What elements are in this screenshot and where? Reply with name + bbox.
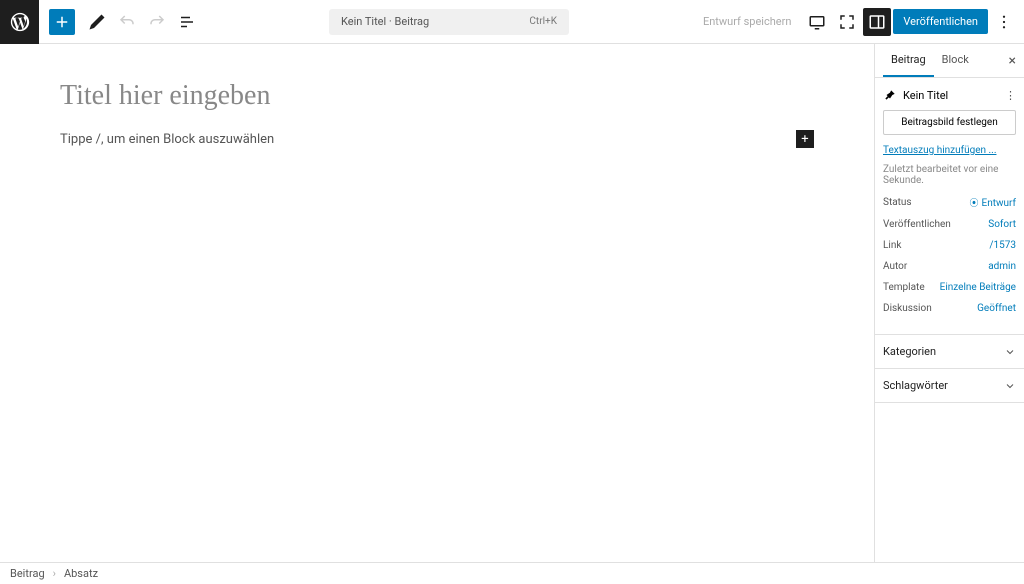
summary-more-button[interactable]: ⋮ [1005,89,1016,102]
editor-canvas[interactable]: Tippe /, um einen Block auszuwählen + [0,44,874,562]
discussion-value[interactable]: Geöffnet [977,303,1016,314]
chevron-down-icon [1004,380,1016,392]
more-options-button[interactable] [990,8,1018,36]
publish-value[interactable]: Sofort [988,219,1016,230]
set-featured-image-button[interactable]: Beitragsbild festlegen [883,110,1016,135]
summary-panel: Kein Titel ⋮ Beitragsbild festlegen Text… [875,78,1024,334]
settings-sidebar-toggle[interactable] [863,8,891,36]
status-value[interactable]: Entwurf [970,196,1016,209]
breadcrumb-current[interactable]: Absatz [64,567,98,580]
pin-icon [883,88,897,102]
inline-add-block-button[interactable]: + [796,130,814,148]
chevron-down-icon [1004,346,1016,358]
paragraph-placeholder: Tippe /, um einen Block auszuwählen [60,132,274,147]
add-block-button[interactable] [49,9,75,35]
discussion-label: Diskussion [883,303,932,314]
row-publish: Veröffentlichen Sofort [883,219,1016,230]
summary-title: Kein Titel [903,89,948,102]
summary-header: Kein Titel ⋮ [883,88,1016,102]
tab-post[interactable]: Beitrag [883,44,934,77]
document-title-text: Kein Titel · Beitrag [341,15,429,28]
status-label: Status [883,197,912,208]
row-author: Autor admin [883,261,1016,272]
tools-button[interactable] [83,8,111,36]
row-link: Link /1573 [883,240,1016,251]
paragraph-block[interactable]: Tippe /, um einen Block auszuwählen + [60,130,814,148]
view-desktop-button[interactable] [803,8,831,36]
accordion-tags[interactable]: Schlagwörter [875,368,1024,403]
accordion-categories-label: Kategorien [883,345,936,358]
post-title-input[interactable] [60,76,814,122]
close-sidebar-button[interactable]: × [1009,53,1016,69]
breadcrumb-root[interactable]: Beitrag [10,567,45,580]
row-status: Status Entwurf [883,196,1016,209]
author-label: Autor [883,261,907,272]
document-overview-button[interactable] [173,8,201,36]
top-toolbar: Kein Titel · Beitrag Ctrl+K Entwurf spei… [0,0,1024,44]
template-label: Template [883,282,925,293]
toolbar-left [39,8,205,36]
last-edited-text: Zuletzt bearbeitet vor eine Sekunde. [883,164,1016,186]
accordion-tags-label: Schlagwörter [883,379,948,392]
fullscreen-button[interactable] [833,8,861,36]
link-label: Link [883,240,901,251]
link-value[interactable]: /1573 [989,240,1016,251]
undo-button[interactable] [113,8,141,36]
save-draft-button[interactable]: Entwurf speichern [693,15,801,28]
document-title-bar[interactable]: Kein Titel · Beitrag Ctrl+K [329,9,569,35]
add-excerpt-link[interactable]: Textauszug hinzufügen ... [883,145,1016,156]
toolbar-right: Entwurf speichern Veröffentlichen [693,8,1024,36]
template-value[interactable]: Einzelne Beiträge [940,282,1016,293]
wp-logo[interactable] [0,0,39,44]
document-title-wrap: Kein Titel · Beitrag Ctrl+K [205,9,693,35]
row-discussion: Diskussion Geöffnet [883,303,1016,314]
wordpress-icon [9,11,31,33]
block-breadcrumb: Beitrag › Absatz [0,562,1024,584]
accordion-categories[interactable]: Kategorien [875,334,1024,368]
tab-block[interactable]: Block [934,44,977,77]
row-template: Template Einzelne Beiträge [883,282,1016,293]
sidebar-tabs: Beitrag Block × [875,44,1024,78]
author-value[interactable]: admin [988,261,1016,272]
publish-label: Veröffentlichen [883,219,951,230]
publish-button[interactable]: Veröffentlichen [893,9,988,34]
breadcrumb-separator: › [53,567,56,580]
editor-body: Tippe /, um einen Block auszuwählen + Be… [0,44,1024,562]
settings-sidebar: Beitrag Block × Kein Titel ⋮ Beitragsbil… [874,44,1024,562]
redo-button[interactable] [143,8,171,36]
command-shortcut: Ctrl+K [529,16,557,27]
